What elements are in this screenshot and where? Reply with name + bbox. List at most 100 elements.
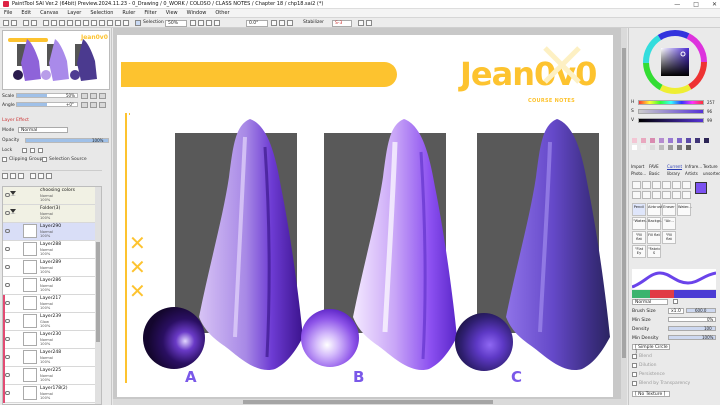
canvas-paper[interactable]: Jean0v0 COURSE NOTES ✕ ✕ ✕ A B C bbox=[117, 35, 613, 397]
tool-icon[interactable] bbox=[662, 181, 671, 189]
brush-tab[interactable]: Basic bbox=[649, 171, 660, 176]
maximize-icon[interactable]: □ bbox=[693, 0, 699, 9]
brush-shape-6-icon[interactable] bbox=[673, 299, 678, 304]
merge-down-icon[interactable] bbox=[30, 173, 36, 179]
brush-tab[interactable]: FAVE bbox=[649, 164, 659, 169]
value-slider[interactable] bbox=[638, 118, 704, 123]
zoom-reset-button[interactable] bbox=[99, 93, 106, 99]
tool-icon[interactable] bbox=[682, 181, 691, 189]
layer-folder[interactable]: choosing colors Normal 100% bbox=[3, 187, 101, 205]
brush-preset[interactable]: Fill flat bbox=[647, 231, 661, 244]
brush-preset[interactable]: Eraser bbox=[662, 203, 676, 216]
brush-tab[interactable]: unsorted bbox=[703, 171, 720, 176]
layer-row[interactable]: Layer230 Normal 100% bbox=[3, 331, 101, 349]
blend-mode-select[interactable]: Normal bbox=[632, 299, 668, 305]
menu-ruler[interactable]: Ruler bbox=[122, 10, 135, 16]
brush-tab[interactable]: Infrare... bbox=[685, 164, 702, 169]
layer-row[interactable]: Layer248 Normal 100% bbox=[3, 349, 101, 367]
color-swatch[interactable] bbox=[677, 138, 682, 143]
color-swatch[interactable] bbox=[641, 145, 646, 150]
menu-selection[interactable]: Selection bbox=[90, 10, 113, 16]
selection-source-checkbox[interactable] bbox=[42, 157, 47, 162]
rotate-right-button[interactable] bbox=[90, 102, 97, 108]
zoom-field[interactable]: 50% bbox=[165, 19, 187, 27]
color-swatch[interactable] bbox=[650, 138, 655, 143]
layer-row[interactable]: Layer225 Normal 100% bbox=[3, 367, 101, 385]
color-swatch[interactable] bbox=[641, 138, 646, 143]
brush-preset[interactable]: "Water... bbox=[632, 217, 648, 230]
color-swatch[interactable] bbox=[668, 138, 673, 143]
visibility-toggle-icon[interactable] bbox=[5, 229, 10, 233]
rotate-reset-button[interactable] bbox=[99, 102, 106, 108]
menu-edit[interactable]: Edit bbox=[21, 10, 31, 16]
tool-icon[interactable] bbox=[632, 191, 641, 199]
tool-icon[interactable] bbox=[672, 191, 681, 199]
pressure-icon[interactable] bbox=[366, 20, 372, 26]
color-swatch[interactable] bbox=[686, 138, 691, 143]
brush-preset[interactable]: "Air... bbox=[662, 217, 676, 230]
visibility-toggle-icon[interactable] bbox=[5, 247, 10, 251]
visibility-toggle-icon[interactable] bbox=[5, 283, 10, 287]
lock-paint-checkbox[interactable] bbox=[38, 148, 43, 153]
ruler-icon[interactable] bbox=[123, 20, 129, 26]
brush-preset[interactable]: "Fill flat bbox=[632, 231, 646, 244]
color-swatch[interactable] bbox=[650, 145, 655, 150]
angle-field[interactable]: 0.0° bbox=[246, 19, 268, 27]
menu-file[interactable]: File bbox=[4, 10, 12, 16]
zoom-in-icon[interactable] bbox=[51, 20, 57, 26]
visibility-toggle-icon[interactable] bbox=[5, 391, 10, 395]
tool-icon[interactable] bbox=[642, 191, 651, 199]
brush-tab[interactable]: Texture bbox=[703, 164, 718, 169]
zoom-out-icon[interactable] bbox=[43, 20, 49, 26]
color-swatch[interactable] bbox=[659, 145, 664, 150]
clipping-group-checkbox[interactable] bbox=[2, 157, 7, 162]
lock-move-checkbox[interactable] bbox=[30, 148, 35, 153]
layer-row[interactable]: Layer217 Normal 100% bbox=[3, 295, 101, 313]
brush-preset[interactable]: Airbrush bbox=[647, 203, 663, 216]
hue-slider[interactable] bbox=[638, 100, 704, 105]
menu-canvas[interactable]: Canvas bbox=[40, 10, 58, 16]
navigator-preview[interactable]: Jean0v0 bbox=[2, 30, 110, 90]
brush-preset[interactable]: "Fill flat bbox=[662, 231, 676, 244]
rotate-left-icon[interactable] bbox=[67, 20, 73, 26]
angle-left-icon[interactable] bbox=[271, 20, 277, 26]
minimize-icon[interactable]: — bbox=[674, 0, 680, 9]
tool-icon[interactable] bbox=[672, 181, 681, 189]
new-folder-icon[interactable] bbox=[10, 173, 16, 179]
visibility-toggle-icon[interactable] bbox=[5, 265, 10, 269]
brush-tab[interactable]: library bbox=[667, 171, 680, 176]
saturation-slider[interactable] bbox=[638, 109, 704, 114]
undo-icon[interactable] bbox=[3, 20, 9, 26]
brush-tab[interactable]: Artists bbox=[685, 171, 698, 176]
layer-effect-header[interactable]: Layer Effect bbox=[2, 118, 29, 123]
stabilizer-select[interactable]: S-3 bbox=[332, 19, 352, 27]
color-swatch[interactable] bbox=[632, 138, 637, 143]
zoom-out-button[interactable] bbox=[81, 93, 88, 99]
invert-selection-icon[interactable] bbox=[31, 20, 37, 26]
rotate-right-icon[interactable] bbox=[75, 20, 81, 26]
layer-folder[interactable]: Folder(3) Normal 100% bbox=[3, 205, 101, 223]
tool-icon[interactable] bbox=[652, 181, 661, 189]
delete-layer-icon[interactable] bbox=[46, 173, 52, 179]
brush-tab[interactable]: Import bbox=[631, 164, 644, 169]
brush-preset[interactable]: Water... bbox=[677, 203, 692, 216]
brush-preset[interactable]: Backgr... bbox=[647, 217, 664, 230]
grid-icon[interactable] bbox=[115, 20, 121, 26]
redo-icon[interactable] bbox=[11, 20, 17, 26]
dilution-checkbox[interactable] bbox=[632, 363, 637, 368]
canvas-area[interactable]: Jean0v0 COURSE NOTES ✕ ✕ ✕ A B C bbox=[113, 28, 627, 405]
layer-row[interactable]: Layer286 Normal 100% bbox=[3, 277, 101, 295]
brush-shape-select[interactable]: [ Simple Circle ] bbox=[632, 344, 670, 355]
angle-right-icon[interactable] bbox=[279, 20, 285, 26]
clear-layer-icon[interactable] bbox=[38, 173, 44, 179]
visibility-toggle-icon[interactable] bbox=[5, 301, 10, 305]
color-swatch[interactable] bbox=[695, 138, 700, 143]
current-color-swatch[interactable] bbox=[695, 182, 707, 194]
layer-row[interactable]: Layer178(2) Normal 100% bbox=[3, 385, 101, 403]
tool-icon[interactable] bbox=[632, 181, 641, 189]
color-swatch[interactable] bbox=[677, 145, 682, 150]
color-swatch[interactable] bbox=[659, 138, 664, 143]
layer-row[interactable]: Layer239 Glow 100% bbox=[3, 313, 101, 331]
menu-layer[interactable]: Layer bbox=[67, 10, 81, 16]
brush-preset[interactable]: Pencil bbox=[632, 203, 646, 216]
